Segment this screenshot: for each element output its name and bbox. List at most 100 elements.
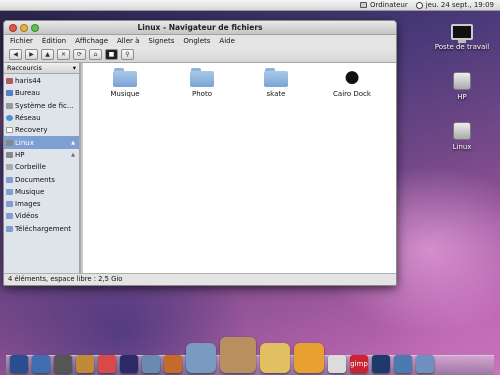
stop-icon: ✕ — [60, 50, 67, 58]
dock-app-icon[interactable] — [164, 355, 182, 373]
dock-app-icon[interactable] — [294, 343, 324, 373]
eject-icon[interactable]: ▲ — [71, 152, 75, 158]
sidebar-item-documents[interactable]: Documents — [4, 173, 79, 185]
sidebar-item-label: Linux — [15, 138, 34, 147]
sidebar-item-recovery[interactable]: Recovery — [4, 124, 79, 136]
dock: gimp — [6, 329, 494, 373]
menu-signets[interactable]: Signets — [148, 37, 174, 45]
desktop-icon-label: Poste de travail — [434, 43, 490, 51]
drive-icon — [6, 127, 13, 134]
sidebar: Raccourcis ▾ haris44 Bureau Système de f… — [4, 63, 80, 273]
dock-app-icon[interactable] — [186, 343, 216, 373]
dock-app-icon[interactable] — [220, 337, 256, 373]
folder-icon — [6, 188, 13, 195]
sidebar-item-hp[interactable]: HP ▲ — [4, 149, 79, 161]
desktop-icon-label: Linux — [452, 143, 472, 151]
sidebar-item-label: HP — [15, 150, 25, 159]
menu-affichage[interactable]: Affichage — [75, 37, 108, 45]
desktop-icon-poste-de-travail[interactable]: Poste de travail — [432, 24, 492, 51]
reload-button[interactable]: ⟳ — [73, 49, 86, 60]
menu-aide[interactable]: Aide — [219, 37, 234, 45]
trash-icon — [6, 164, 13, 171]
search-button[interactable]: ⚲ — [121, 49, 134, 60]
apple-icon: ● — [344, 67, 360, 87]
dock-app-icon[interactable] — [10, 355, 28, 373]
drive-icon — [6, 151, 13, 158]
dock-app-icon[interactable] — [76, 355, 94, 373]
dock-app-icon[interactable] — [416, 355, 434, 373]
clock-menu[interactable]: jeu. 24 sept., 19:09 — [415, 1, 494, 9]
back-arrow-icon: ◀ — [13, 50, 18, 58]
sidebar-item-label: haris44 — [15, 77, 42, 86]
dock-app-icon[interactable] — [32, 355, 50, 373]
location-toggle-button[interactable]: ■ — [105, 49, 118, 60]
up-arrow-icon: ▲ — [45, 50, 50, 58]
menu-onglets[interactable]: Onglets — [183, 37, 210, 45]
computer-icon — [451, 24, 473, 43]
back-button[interactable]: ◀ — [9, 49, 22, 60]
maximize-button[interactable] — [31, 24, 39, 32]
desktop-icon-hp[interactable]: HP — [432, 72, 492, 101]
sidebar-header[interactable]: Raccourcis ▾ — [4, 63, 79, 74]
dock-app-icon[interactable] — [120, 355, 138, 373]
sidebar-item-label: Système de fic... — [15, 101, 74, 110]
folder-icon — [6, 201, 13, 208]
sidebar-item-haris44[interactable]: haris44 — [4, 75, 79, 87]
sidebar-item-videos[interactable]: Vidéos — [4, 210, 79, 222]
dock-app-icon[interactable] — [54, 355, 72, 373]
stop-button[interactable]: ✕ — [57, 49, 70, 60]
forward-button[interactable]: ▶ — [25, 49, 38, 60]
dock-app-gimp[interactable]: gimp — [350, 355, 368, 373]
file-view[interactable]: Musique Photo skate ● Cairo Dock — [83, 63, 396, 273]
file-item-cairo-dock[interactable]: ● Cairo Dock — [322, 67, 382, 99]
reload-icon: ⟳ — [76, 50, 83, 58]
desktop-icon-linux[interactable]: Linux — [432, 122, 492, 151]
window-title: Linux - Navigateur de fichiers — [137, 23, 263, 32]
sidebar-item-telechargement[interactable]: Téléchargement — [4, 223, 79, 235]
sidebar-item-bureau[interactable]: Bureau — [4, 87, 79, 99]
dock-app-icon[interactable] — [394, 355, 412, 373]
dock-app-icon[interactable] — [328, 355, 346, 373]
sidebar-item-images[interactable]: Images — [4, 198, 79, 210]
status-text: 4 éléments, espace libre : 2,5 Gio — [8, 275, 123, 283]
file-item-label: skate — [266, 90, 286, 98]
window-titlebar[interactable]: Linux - Navigateur de fichiers — [4, 21, 396, 35]
toolbar: ◀ ▶ ▲ ✕ ⟳ ⌂ ■ ⚲ — [4, 47, 396, 63]
folder-icon — [6, 176, 13, 183]
menu-fichier[interactable]: Fichier — [10, 37, 33, 45]
desktop-icon-label: HP — [457, 93, 467, 101]
computer-icon — [359, 2, 367, 8]
sidebar-item-label: Bureau — [15, 89, 40, 98]
sidebar-item-corbeille[interactable]: Corbeille — [4, 161, 79, 173]
up-button[interactable]: ▲ — [41, 49, 54, 60]
computer-menu[interactable]: Ordinateur — [359, 1, 408, 9]
network-icon — [6, 115, 13, 122]
menu-aller-a[interactable]: Aller à — [117, 37, 139, 45]
folder-icon — [113, 68, 137, 87]
file-manager-window: Linux - Navigateur de fichiers Fichier É… — [3, 20, 397, 286]
forward-arrow-icon: ▶ — [29, 50, 34, 58]
dock-app-icon[interactable] — [260, 343, 290, 373]
dock-app-icon[interactable] — [372, 355, 390, 373]
file-item-skate[interactable]: skate — [246, 68, 306, 98]
close-button[interactable] — [9, 24, 17, 32]
eject-icon[interactable]: ▲ — [71, 140, 75, 146]
dock-app-icon[interactable] — [98, 355, 116, 373]
chevron-down-icon: ▾ — [72, 64, 76, 72]
folder-icon — [6, 213, 13, 220]
file-item-musique[interactable]: Musique — [95, 68, 155, 98]
menu-edition[interactable]: Édition — [42, 37, 66, 45]
file-item-label: Musique — [110, 90, 140, 98]
sidebar-item-linux[interactable]: Linux ▲ — [4, 136, 79, 149]
minimize-button[interactable] — [20, 24, 28, 32]
sidebar-item-label: Réseau — [15, 114, 41, 123]
gimp-label: gimp — [350, 360, 368, 368]
home-button[interactable]: ⌂ — [89, 49, 102, 60]
dock-app-icon[interactable] — [142, 355, 160, 373]
file-item-photo[interactable]: Photo — [172, 68, 232, 98]
sidebar-item-label: Images — [15, 200, 41, 209]
sidebar-item-filesystem[interactable]: Système de fic... — [4, 100, 79, 112]
sidebar-item-reseau[interactable]: Réseau — [4, 112, 79, 124]
sidebar-item-label: Corbeille — [15, 163, 46, 172]
sidebar-item-musique[interactable]: Musique — [4, 186, 79, 198]
